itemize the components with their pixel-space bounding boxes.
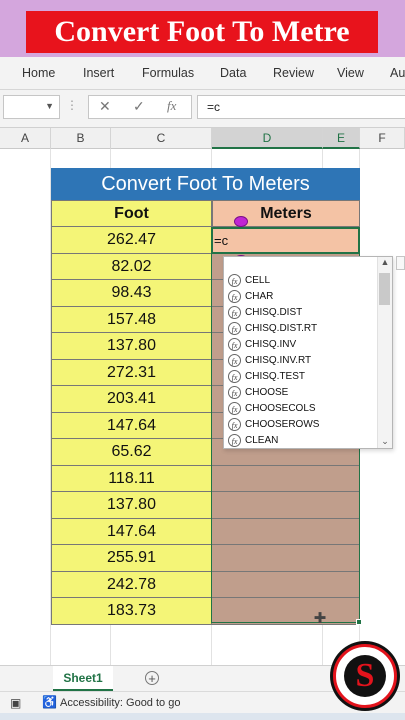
function-icon: fx	[228, 434, 241, 447]
function-icon: fx	[228, 338, 241, 351]
function-autocomplete-list: fx CELL fx CHAR fx CHISQ.DIST fx CHISQ.DIST.…	[223, 256, 393, 449]
banner-title: Convert Foot To Metre	[26, 11, 378, 53]
tab-home[interactable]: Home	[22, 57, 55, 90]
insert-function-icon[interactable]: fx	[167, 98, 176, 114]
function-icon: fx	[228, 274, 241, 287]
accessibility-icon[interactable]: ♿	[42, 695, 57, 709]
foot-cell[interactable]: 98.43	[51, 280, 212, 307]
video-banner: Convert Foot To Metre	[0, 0, 405, 57]
column-header-b[interactable]: B	[51, 128, 111, 149]
ribbon-tabs: Home Insert Formulas Data Review View Au	[0, 57, 405, 90]
foot-cell[interactable]: 137.80	[51, 333, 212, 360]
formula-buttons: ✕ ✓ fx	[88, 95, 192, 119]
active-cell-d[interactable]: =c	[211, 227, 360, 254]
foot-cell[interactable]: 272.31	[51, 359, 212, 386]
foot-cell[interactable]: 157.48	[51, 306, 212, 333]
foot-cell[interactable]: 183.73	[51, 598, 212, 625]
touch-pointer-icon	[234, 216, 248, 227]
autocomplete-item[interactable]: fx CHOOSE	[228, 385, 378, 401]
cancel-icon[interactable]: ✕	[99, 98, 111, 115]
chevron-down-icon[interactable]: ⌄	[378, 436, 392, 447]
column-header-f[interactable]: F	[360, 128, 405, 149]
enter-icon[interactable]: ✓	[133, 98, 145, 115]
foot-cell[interactable]: 65.62	[51, 439, 212, 466]
column-header-d[interactable]: D	[212, 128, 323, 149]
function-icon: fx	[228, 386, 241, 399]
foot-cell[interactable]: 147.64	[51, 518, 212, 545]
side-handle-icon[interactable]	[396, 256, 405, 270]
table-title: Convert Foot To Meters	[51, 168, 360, 200]
function-icon: fx	[228, 402, 241, 415]
logo-s-letter: S	[355, 657, 375, 694]
scroll-up-icon[interactable]: ▲	[378, 257, 392, 267]
autocomplete-item[interactable]: fx CHISQ.INV.RT	[228, 353, 378, 369]
function-icon: fx	[228, 370, 241, 383]
tab-data[interactable]: Data	[220, 57, 246, 90]
column-header-e[interactable]: E	[323, 128, 360, 149]
foot-cell[interactable]: 118.11	[51, 465, 212, 492]
formula-bar: ▼ ⋮ ✕ ✓ fx =c	[0, 90, 405, 128]
add-sheet-icon[interactable]: +	[145, 671, 159, 685]
autocomplete-item[interactable]: fx CHISQ.DIST.RT	[228, 321, 378, 337]
function-icon: fx	[228, 290, 241, 303]
more-options-icon[interactable]: ⋮	[66, 98, 78, 112]
foot-cell[interactable]: 203.41	[51, 386, 212, 413]
taskbar-strip	[0, 713, 405, 720]
autocomplete-item[interactable]: fx CLEAN	[228, 433, 378, 449]
tab-review[interactable]: Review	[273, 57, 314, 90]
tab-insert[interactable]: Insert	[83, 57, 114, 90]
header-foot: Foot	[51, 200, 212, 227]
name-box[interactable]: ▼	[3, 95, 60, 119]
foot-cell[interactable]: 255.91	[51, 545, 212, 572]
fill-handle[interactable]	[356, 619, 362, 625]
function-icon: fx	[228, 354, 241, 367]
column-header-c[interactable]: C	[111, 128, 212, 149]
chevron-down-icon[interactable]: ▼	[45, 101, 54, 111]
function-icon: fx	[228, 306, 241, 319]
autocomplete-item[interactable]: fx CHISQ.TEST	[228, 369, 378, 385]
tab-view[interactable]: View	[337, 57, 364, 90]
foot-cell[interactable]: 262.47	[51, 227, 212, 254]
foot-cell[interactable]: 82.02	[51, 253, 212, 280]
function-icon: fx	[228, 322, 241, 335]
sheet-tab-sheet1[interactable]: Sheet1	[53, 666, 113, 691]
cell-mode-icon[interactable]: ▣	[10, 696, 21, 710]
autocomplete-item[interactable]: fx CHISQ.DIST	[228, 305, 378, 321]
logo-badge: S	[344, 655, 386, 697]
autocomplete-item[interactable]: fx CHISQ.INV	[228, 337, 378, 353]
autocomplete-item[interactable]: fx CHOOSEROWS	[228, 417, 378, 433]
tab-automate[interactable]: Au	[390, 57, 405, 90]
column-headers: A B C D E F	[0, 128, 405, 149]
autocomplete-item[interactable]: fx CELL	[228, 273, 378, 289]
accessibility-status[interactable]: Accessibility: Good to go	[60, 692, 180, 714]
tab-formulas[interactable]: Formulas	[142, 57, 194, 90]
foot-cell[interactable]: 147.64	[51, 412, 212, 439]
autocomplete-item[interactable]: fx CHOOSECOLS	[228, 401, 378, 417]
foot-cell[interactable]: 137.80	[51, 492, 212, 519]
function-icon: fx	[228, 418, 241, 431]
column-header-a[interactable]: A	[0, 128, 51, 149]
crosshair-cursor-icon: ✚	[313, 610, 327, 627]
channel-logo: S	[333, 644, 397, 708]
scrollbar-thumb[interactable]	[379, 273, 390, 305]
autocomplete-item[interactable]: fx CHAR	[228, 289, 378, 305]
foot-cell[interactable]: 242.78	[51, 571, 212, 598]
formula-input[interactable]: =c	[197, 95, 405, 119]
